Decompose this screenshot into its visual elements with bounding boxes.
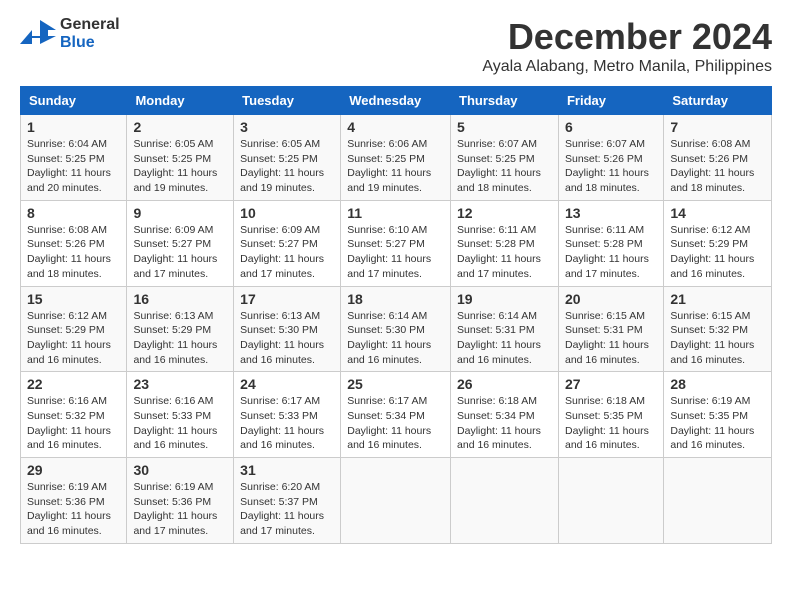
day-3: 3 Sunrise: 6:05 AMSunset: 5:25 PMDayligh…	[234, 115, 341, 201]
day-30: 30 Sunrise: 6:19 AMSunset: 5:36 PMDaylig…	[127, 458, 234, 544]
header-saturday: Saturday	[664, 87, 772, 115]
day-16: 16 Sunrise: 6:13 AMSunset: 5:29 PMDaylig…	[127, 286, 234, 372]
empty-cell-3	[558, 458, 663, 544]
day-2: 2 Sunrise: 6:05 AMSunset: 5:25 PMDayligh…	[127, 115, 234, 201]
day-29: 29 Sunrise: 6:19 AMSunset: 5:36 PMDaylig…	[21, 458, 127, 544]
day-14: 14 Sunrise: 6:12 AMSunset: 5:29 PMDaylig…	[664, 200, 772, 286]
day-19: 19 Sunrise: 6:14 AMSunset: 5:31 PMDaylig…	[451, 286, 559, 372]
calendar-week-5: 29 Sunrise: 6:19 AMSunset: 5:36 PMDaylig…	[21, 458, 772, 544]
logo-general-text: General	[60, 16, 120, 34]
header-thursday: Thursday	[451, 87, 559, 115]
calendar-week-1: 1 Sunrise: 6:04 AMSunset: 5:25 PMDayligh…	[21, 115, 772, 201]
day-6: 6 Sunrise: 6:07 AMSunset: 5:26 PMDayligh…	[558, 115, 663, 201]
day-7: 7 Sunrise: 6:08 AMSunset: 5:26 PMDayligh…	[664, 115, 772, 201]
day-13: 13 Sunrise: 6:11 AMSunset: 5:28 PMDaylig…	[558, 200, 663, 286]
day-11: 11 Sunrise: 6:10 AMSunset: 5:27 PMDaylig…	[341, 200, 451, 286]
logo-bird-icon	[20, 16, 56, 52]
empty-cell-4	[664, 458, 772, 544]
calendar-table: Sunday Monday Tuesday Wednesday Thursday…	[20, 86, 772, 544]
day-12: 12 Sunrise: 6:11 AMSunset: 5:28 PMDaylig…	[451, 200, 559, 286]
calendar-week-2: 8 Sunrise: 6:08 AMSunset: 5:26 PMDayligh…	[21, 200, 772, 286]
header-wednesday: Wednesday	[341, 87, 451, 115]
day-27: 27 Sunrise: 6:18 AMSunset: 5:35 PMDaylig…	[558, 372, 663, 458]
empty-cell-1	[341, 458, 451, 544]
day-25: 25 Sunrise: 6:17 AMSunset: 5:34 PMDaylig…	[341, 372, 451, 458]
day-1: 1 Sunrise: 6:04 AMSunset: 5:25 PMDayligh…	[21, 115, 127, 201]
day-22: 22 Sunrise: 6:16 AMSunset: 5:32 PMDaylig…	[21, 372, 127, 458]
month-title: December 2024	[482, 16, 772, 58]
header-tuesday: Tuesday	[234, 87, 341, 115]
header-monday: Monday	[127, 87, 234, 115]
day-10: 10 Sunrise: 6:09 AMSunset: 5:27 PMDaylig…	[234, 200, 341, 286]
logo: General Blue	[20, 16, 120, 52]
day-28: 28 Sunrise: 6:19 AMSunset: 5:35 PMDaylig…	[664, 372, 772, 458]
day-18: 18 Sunrise: 6:14 AMSunset: 5:30 PMDaylig…	[341, 286, 451, 372]
day-15: 15 Sunrise: 6:12 AMSunset: 5:29 PMDaylig…	[21, 286, 127, 372]
empty-cell-2	[451, 458, 559, 544]
day-9: 9 Sunrise: 6:09 AMSunset: 5:27 PMDayligh…	[127, 200, 234, 286]
page-header: General Blue December 2024 Ayala Alabang…	[20, 16, 772, 76]
header-sunday: Sunday	[21, 87, 127, 115]
day-21: 21 Sunrise: 6:15 AMSunset: 5:32 PMDaylig…	[664, 286, 772, 372]
title-section: December 2024 Ayala Alabang, Metro Manil…	[482, 16, 772, 76]
day-26: 26 Sunrise: 6:18 AMSunset: 5:34 PMDaylig…	[451, 372, 559, 458]
day-24: 24 Sunrise: 6:17 AMSunset: 5:33 PMDaylig…	[234, 372, 341, 458]
day-31: 31 Sunrise: 6:20 AMSunset: 5:37 PMDaylig…	[234, 458, 341, 544]
day-5: 5 Sunrise: 6:07 AMSunset: 5:25 PMDayligh…	[451, 115, 559, 201]
day-23: 23 Sunrise: 6:16 AMSunset: 5:33 PMDaylig…	[127, 372, 234, 458]
day-17: 17 Sunrise: 6:13 AMSunset: 5:30 PMDaylig…	[234, 286, 341, 372]
calendar-header-row: Sunday Monday Tuesday Wednesday Thursday…	[21, 87, 772, 115]
header-friday: Friday	[558, 87, 663, 115]
calendar-week-3: 15 Sunrise: 6:12 AMSunset: 5:29 PMDaylig…	[21, 286, 772, 372]
day-8: 8 Sunrise: 6:08 AMSunset: 5:26 PMDayligh…	[21, 200, 127, 286]
day-20: 20 Sunrise: 6:15 AMSunset: 5:31 PMDaylig…	[558, 286, 663, 372]
calendar-week-4: 22 Sunrise: 6:16 AMSunset: 5:32 PMDaylig…	[21, 372, 772, 458]
logo-blue-text: Blue	[60, 34, 120, 52]
location-title: Ayala Alabang, Metro Manila, Philippines	[482, 58, 772, 76]
day-4: 4 Sunrise: 6:06 AMSunset: 5:25 PMDayligh…	[341, 115, 451, 201]
